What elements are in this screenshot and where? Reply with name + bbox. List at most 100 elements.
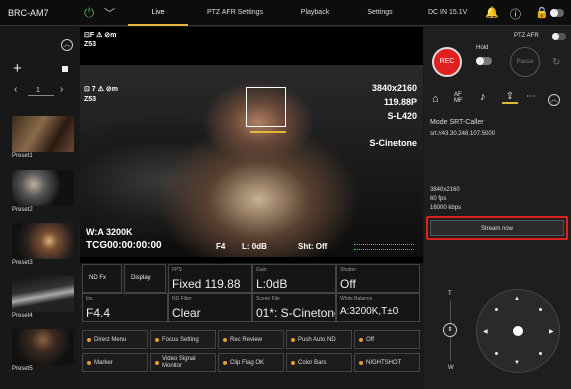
resolution-label: 3840x2160 bbox=[371, 83, 417, 93]
overlay-zoom: Z53 bbox=[84, 96, 97, 103]
preset-5[interactable]: Preset5 bbox=[12, 329, 74, 372]
preset-label: Preset3 bbox=[12, 260, 33, 266]
video-preview[interactable]: ⊡F ⚠ ⊘m Z53 ⊡ 7 ⚠ ⊘m Z53 3840x2160 119.8… bbox=[80, 27, 423, 263]
collapse-icon[interactable]: ︿ bbox=[61, 39, 73, 51]
ptz-upleft-dot[interactable] bbox=[495, 308, 498, 311]
ptz-left-icon[interactable]: ◀ bbox=[483, 328, 488, 335]
stop-icon[interactable] bbox=[62, 66, 68, 72]
shutter-readout: Sht: Off bbox=[298, 242, 328, 251]
lock-icon[interactable]: 🔒 bbox=[535, 6, 549, 19]
look-label: S-Cinetone bbox=[369, 138, 417, 148]
display-button[interactable]: Display bbox=[124, 264, 166, 293]
audio-meter bbox=[354, 244, 414, 250]
stream-now-button[interactable]: Stream now bbox=[426, 216, 568, 240]
audio-icon[interactable]: ♪ bbox=[480, 91, 486, 103]
gain-cell[interactable]: Gain L:0dB bbox=[252, 264, 336, 293]
nd-fx-button[interactable]: ND Fx bbox=[82, 264, 122, 293]
overlay-icons: ⊡ 7 ⚠ ⊘m bbox=[84, 86, 118, 93]
pause-button[interactable]: Pause bbox=[510, 47, 540, 77]
preset-2[interactable]: Preset2 bbox=[12, 170, 74, 213]
settings-grid: ND Fx Display FPS Fixed 119.88 Gain L:0d… bbox=[80, 264, 423, 324]
add-icon[interactable]: + bbox=[13, 60, 22, 77]
color-bars-button[interactable]: Color Bars bbox=[286, 353, 352, 372]
iris-cell[interactable]: Iris F4.4 bbox=[82, 293, 168, 322]
ptz-right-icon[interactable]: ▶ bbox=[549, 328, 554, 335]
ptz-afr-label: PTZ AFR bbox=[514, 33, 539, 39]
scene-file-title: Scene File bbox=[256, 296, 280, 302]
clip-flag-ok-button[interactable]: Clip Flag OK bbox=[218, 353, 284, 372]
nd-filter-value: Clear bbox=[172, 306, 201, 320]
preset-3[interactable]: Preset3 bbox=[12, 223, 74, 266]
preset-4[interactable]: Preset4 bbox=[12, 276, 74, 319]
focus-setting-button[interactable]: Focus Setting bbox=[150, 330, 216, 349]
tab-playback[interactable]: Playback bbox=[284, 0, 346, 26]
ptz-downleft-dot[interactable] bbox=[495, 352, 498, 355]
stream-fps: 60 fps bbox=[430, 196, 447, 202]
tab-live[interactable]: Live bbox=[128, 0, 188, 26]
next-page-icon[interactable]: › bbox=[60, 84, 63, 95]
nightshot-button[interactable]: NIGHTSHOT bbox=[354, 353, 420, 372]
chevron-down-icon[interactable]: ﹀ bbox=[104, 5, 115, 21]
ptz-down-icon[interactable]: ▼ bbox=[514, 360, 520, 366]
ptz-downright-dot[interactable] bbox=[539, 352, 542, 355]
preset-label: Preset1 bbox=[12, 153, 33, 159]
display-label: Display bbox=[131, 275, 151, 281]
wb-readout: W:A 3200K bbox=[86, 227, 133, 237]
push-auto-nd-button[interactable]: Push Auto ND bbox=[286, 330, 352, 349]
lock-toggle[interactable] bbox=[550, 9, 564, 17]
direct-menu-button[interactable]: Direct Menu bbox=[82, 330, 148, 349]
power-icon[interactable]: ⏻ bbox=[84, 5, 94, 21]
info-icon[interactable]: ⓘ bbox=[510, 6, 521, 22]
prev-page-icon[interactable]: ‹ bbox=[14, 84, 17, 95]
page-indicator bbox=[28, 95, 54, 96]
wide-label: W bbox=[448, 365, 454, 371]
video-signal-monitor-button[interactable]: Video Signal Monitor bbox=[150, 353, 216, 372]
white-balance-value: A:3200K,T±0 bbox=[340, 306, 399, 317]
white-balance-title: White Balance bbox=[340, 296, 373, 302]
tab-settings[interactable]: Settings bbox=[350, 0, 410, 26]
preset-1[interactable]: Preset1 bbox=[12, 116, 74, 159]
nd-filter-cell[interactable]: ND Filter Clear bbox=[168, 293, 252, 322]
collapse-right-icon[interactable]: ︿ bbox=[548, 94, 560, 106]
preset-thumbnail bbox=[12, 223, 74, 259]
ptz-afr-toggle[interactable] bbox=[552, 33, 566, 40]
white-balance-cell[interactable]: White Balance A:3200K,T±0 bbox=[336, 293, 420, 322]
ptz-joystick[interactable]: ▲ ▼ ◀ ▶ bbox=[476, 289, 560, 373]
page-number: 1 bbox=[36, 87, 40, 94]
shutter-title: Shutter bbox=[340, 267, 357, 273]
af-indicator bbox=[250, 131, 286, 133]
ptz-center-dot[interactable] bbox=[513, 326, 523, 336]
stream-icon[interactable]: ⇪ bbox=[502, 91, 518, 104]
more-icon[interactable]: ⋯ bbox=[526, 91, 536, 102]
ptz-upright-dot[interactable] bbox=[539, 308, 542, 311]
home-icon[interactable]: ⌂ bbox=[432, 93, 439, 105]
shutter-value: Off bbox=[340, 277, 356, 291]
gamma-label: S-L420 bbox=[387, 111, 417, 121]
ptz-up-icon[interactable]: ▲ bbox=[514, 296, 520, 302]
tele-label: T bbox=[448, 291, 452, 297]
scene-file-value: 01*: S-Cinetone bbox=[256, 306, 336, 320]
tab-ptz-afr-settings[interactable]: PTZ AFR Settings bbox=[190, 0, 280, 26]
gain-value: L:0dB bbox=[256, 277, 288, 291]
iris-readout: F4 bbox=[216, 242, 226, 251]
preset-thumbnail bbox=[12, 329, 74, 365]
stream-now-label: Stream now bbox=[430, 220, 564, 236]
rec-button[interactable]: REC bbox=[432, 47, 462, 77]
af-mf-icon[interactable]: AF MF bbox=[454, 92, 463, 104]
nd-filter-title: ND Filter bbox=[172, 296, 192, 302]
fps-cell[interactable]: FPS Fixed 119.88 bbox=[168, 264, 252, 293]
hold-toggle[interactable] bbox=[476, 57, 492, 65]
zoom-handle[interactable]: ⇕ bbox=[443, 323, 457, 337]
marker-button[interactable]: Marker bbox=[82, 353, 148, 372]
preset-label: Preset5 bbox=[12, 366, 33, 372]
rec-review-button[interactable]: Rec Review bbox=[218, 330, 284, 349]
shutter-cell[interactable]: Shutter Off bbox=[336, 264, 420, 293]
reset-icon[interactable]: ↻ bbox=[552, 57, 560, 68]
preset-thumbnail bbox=[12, 116, 74, 152]
timecode-readout: TCG00:00:00:00 bbox=[86, 240, 162, 251]
bell-icon[interactable]: 🔔 bbox=[485, 6, 499, 19]
scene-file-cell[interactable]: Scene File 01*: S-Cinetone bbox=[252, 293, 336, 322]
iris-title: Iris bbox=[86, 296, 93, 302]
stream-mode: Mode SRT-Caller bbox=[430, 119, 484, 126]
off-button[interactable]: Off bbox=[354, 330, 420, 349]
